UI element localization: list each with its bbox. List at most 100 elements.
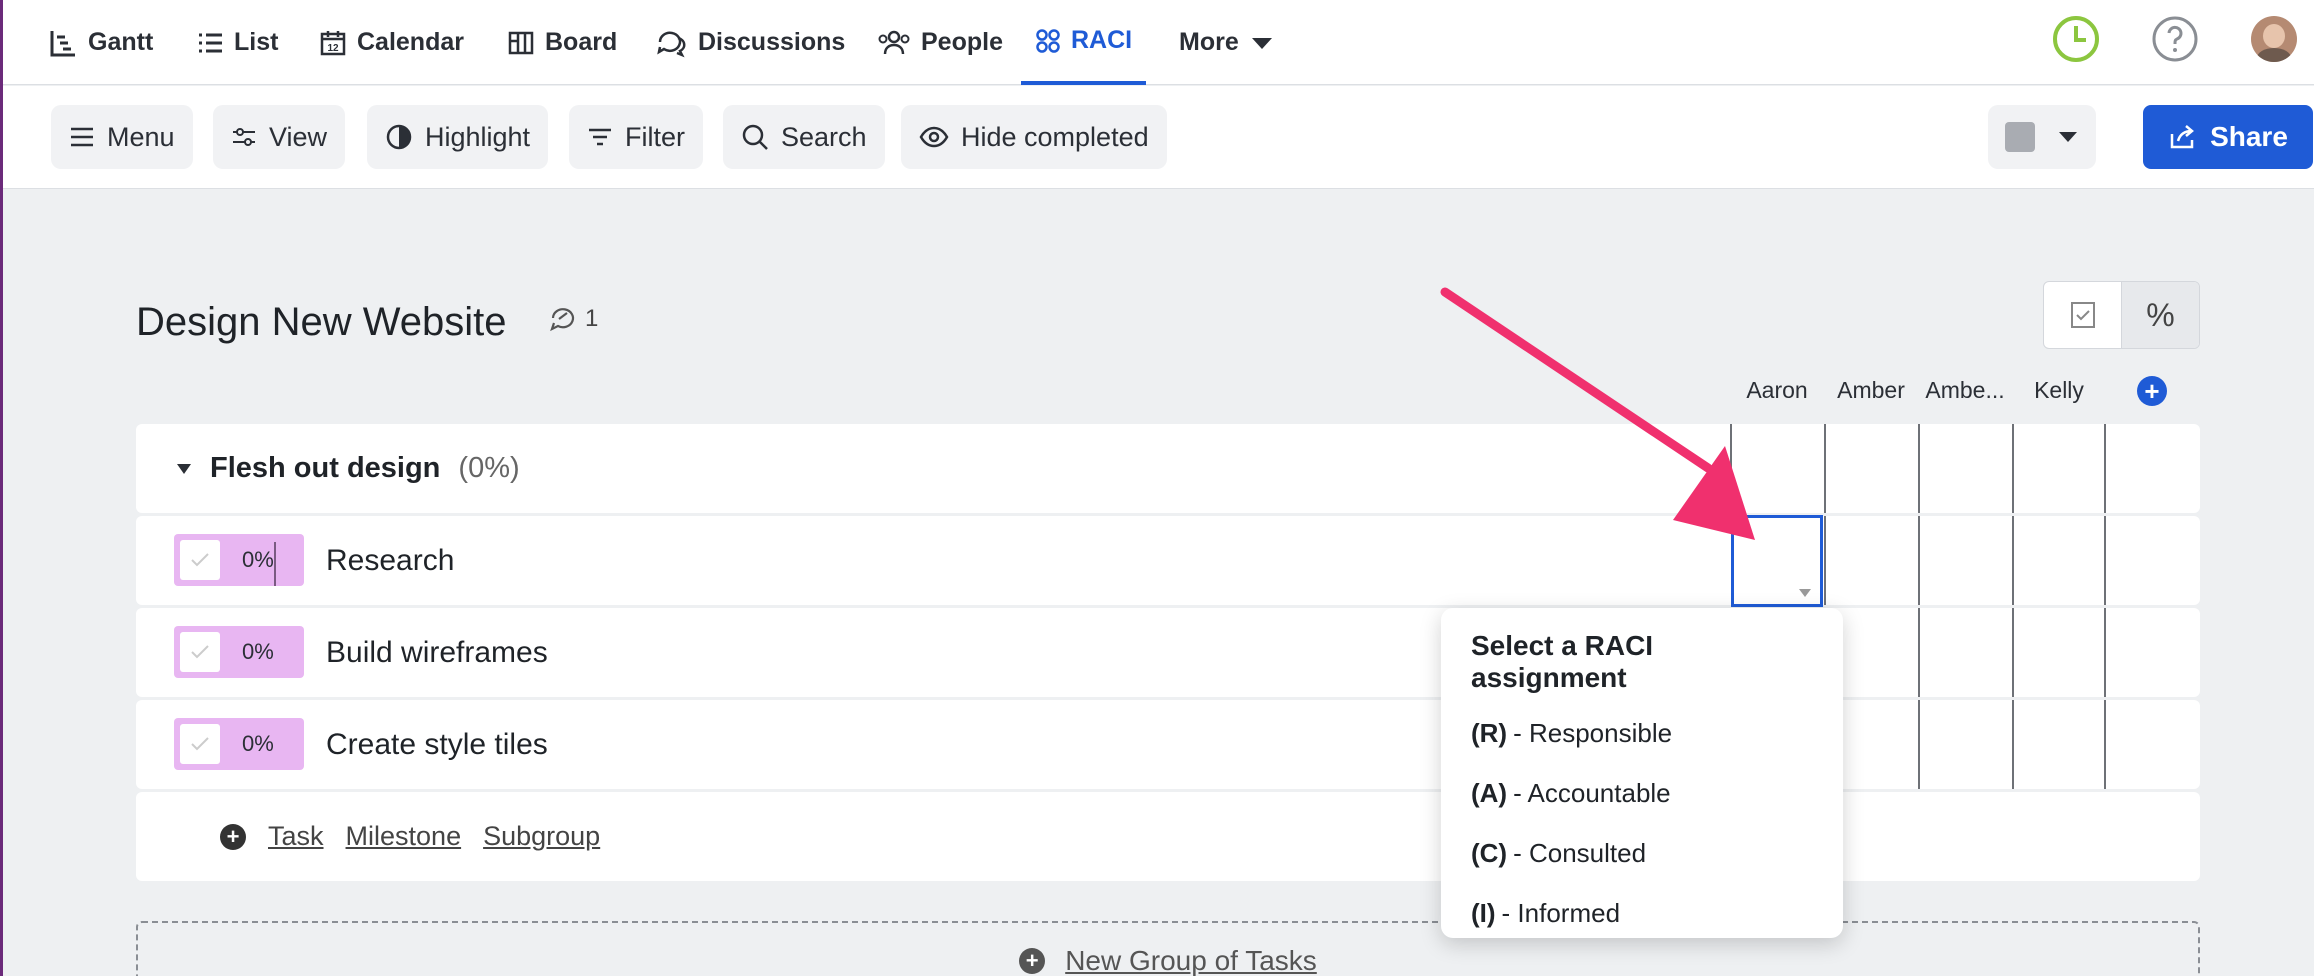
nav-list[interactable]: List <box>196 0 278 85</box>
nav-calendar[interactable]: 12 Calendar <box>319 0 464 85</box>
task-percent: 0% <box>242 731 274 756</box>
highlight-button[interactable]: Highlight <box>367 105 549 169</box>
raci-icon <box>1036 28 1060 53</box>
add-milestone-link[interactable]: Milestone <box>346 821 462 852</box>
raci-cell[interactable] <box>1730 424 1824 513</box>
view-button-label: View <box>269 121 328 152</box>
nav-list-label: List <box>234 28 279 56</box>
raci-cell[interactable] <box>2012 516 2106 605</box>
raci-option-consulted[interactable]: (C) - Consulted <box>1471 838 1813 898</box>
eye-icon <box>919 126 949 148</box>
filter-button[interactable]: Filter <box>569 105 703 169</box>
column-header-amber: Amber <box>1837 377 1905 403</box>
add-subgroup-link[interactable]: Subgroup <box>483 821 600 852</box>
nav-raci-label: RACI <box>1071 26 1133 54</box>
raci-cell[interactable] <box>1918 424 2012 513</box>
add-item-row: + Task Milestone Subgroup <box>136 792 2200 881</box>
raci-cell[interactable] <box>1918 516 2012 605</box>
raci-cell[interactable] <box>2012 700 2106 789</box>
group-label[interactable]: Flesh out design (0%) <box>176 424 520 513</box>
comment-count-value: 1 <box>585 305 599 332</box>
display-mode-toggle: % <box>2043 281 2200 349</box>
view-button[interactable]: View <box>213 105 346 169</box>
top-navigation: Gantt List 12 Calendar Board Discussions… <box>3 0 2314 85</box>
nav-gantt-label: Gantt <box>88 28 154 56</box>
new-group-button[interactable]: + New Group of Tasks <box>136 921 2200 976</box>
raci-option-accountable[interactable]: (A) - Accountable <box>1471 778 1813 838</box>
column-header-kelly: Kelly <box>2034 377 2084 403</box>
nav-board[interactable]: Board <box>507 0 617 85</box>
clock-icon[interactable] <box>2052 15 2100 68</box>
option-label: - Informed <box>1501 898 1621 928</box>
add-task-link[interactable]: Task <box>268 821 324 852</box>
people-icon <box>878 30 910 54</box>
calendar-icon-number: 12 <box>327 43 339 54</box>
task-row: 0% Build wireframes <box>136 608 2200 697</box>
nav-discussions[interactable]: Discussions <box>656 0 845 85</box>
toolbar: Menu View Highlight Filter Search Hide c… <box>3 86 2314 189</box>
task-progress[interactable]: 0% <box>174 718 304 770</box>
add-column-button[interactable]: + <box>2137 376 2167 406</box>
nav-people-label: People <box>921 28 1003 56</box>
contrast-icon <box>386 124 412 150</box>
nav-people[interactable]: People <box>877 0 1003 85</box>
task-percent: 0% <box>242 639 274 664</box>
check-icon <box>191 645 209 659</box>
nav-gantt[interactable]: Gantt <box>48 0 153 85</box>
avatar[interactable] <box>2251 16 2297 62</box>
task-name[interactable]: Create style tiles <box>326 700 548 789</box>
raci-cell[interactable] <box>2012 608 2106 697</box>
raci-cell[interactable] <box>2012 424 2106 513</box>
task-checkbox[interactable] <box>180 724 220 764</box>
option-code: (C) <box>1471 838 1508 868</box>
menu-button-label: Menu <box>107 121 175 152</box>
help-icon[interactable] <box>2151 15 2199 68</box>
menu-button[interactable]: Menu <box>51 105 193 169</box>
task-name[interactable]: Research <box>326 516 454 605</box>
filter-button-label: Filter <box>625 121 685 152</box>
nav-more-label: More <box>1179 28 1239 56</box>
raci-cell[interactable] <box>1918 700 2012 789</box>
check-icon <box>191 553 209 567</box>
task-checkbox[interactable] <box>180 540 220 580</box>
search-button[interactable]: Search <box>723 105 885 169</box>
new-group-label: New Group of Tasks <box>1065 945 1317 976</box>
comment-count[interactable]: 1 <box>549 305 598 333</box>
percent-mode-button[interactable]: % <box>2121 282 2199 348</box>
group-name: Flesh out design <box>210 452 441 484</box>
discussions-icon <box>657 31 686 57</box>
task-progress[interactable]: 0% <box>174 626 304 678</box>
list-icon <box>199 33 222 52</box>
raci-option-informed[interactable]: (I) - Informed <box>1471 898 1813 958</box>
color-picker-button[interactable] <box>1988 105 2096 169</box>
collapse-triangle-icon[interactable] <box>176 462 192 476</box>
share-button[interactable]: Share <box>2143 105 2313 169</box>
calendar-icon: 12 <box>320 30 346 55</box>
raci-cell[interactable] <box>1824 424 1918 513</box>
nav-more[interactable]: More <box>1179 0 1275 85</box>
hide-completed-button[interactable]: Hide completed <box>901 105 1167 169</box>
filter-icon <box>589 128 611 146</box>
board-icon <box>508 31 534 54</box>
option-code: (A) <box>1471 778 1508 808</box>
group-row: Flesh out design (0%) <box>136 424 2200 513</box>
selected-raci-cell[interactable] <box>1731 515 1823 607</box>
color-swatch <box>2005 122 2035 152</box>
checkbox-mode-button[interactable] <box>2044 282 2121 348</box>
raci-cell[interactable] <box>1918 608 2012 697</box>
task-name[interactable]: Build wireframes <box>326 608 548 697</box>
task-checkbox[interactable] <box>180 632 220 672</box>
task-progress[interactable]: 0% <box>174 534 304 586</box>
gantt-icon <box>50 30 75 56</box>
nav-raci[interactable]: RACI <box>1021 0 1147 85</box>
checkbox-icon <box>2070 302 2095 328</box>
raci-assignment-popup: Select a RACI assignment (R) - Responsibl… <box>1441 608 1843 938</box>
column-header-ambe: Ambe... <box>1925 377 2005 403</box>
raci-cell[interactable] <box>1824 516 1918 605</box>
project-title: Design New Website <box>136 300 507 344</box>
dropdown-caret-icon <box>1799 589 1811 597</box>
raci-option-responsible[interactable]: (R) - Responsible <box>1471 718 1813 778</box>
option-label: - Responsible <box>1513 718 1673 748</box>
comment-icon <box>550 308 575 332</box>
chevron-down-icon <box>2059 132 2077 142</box>
